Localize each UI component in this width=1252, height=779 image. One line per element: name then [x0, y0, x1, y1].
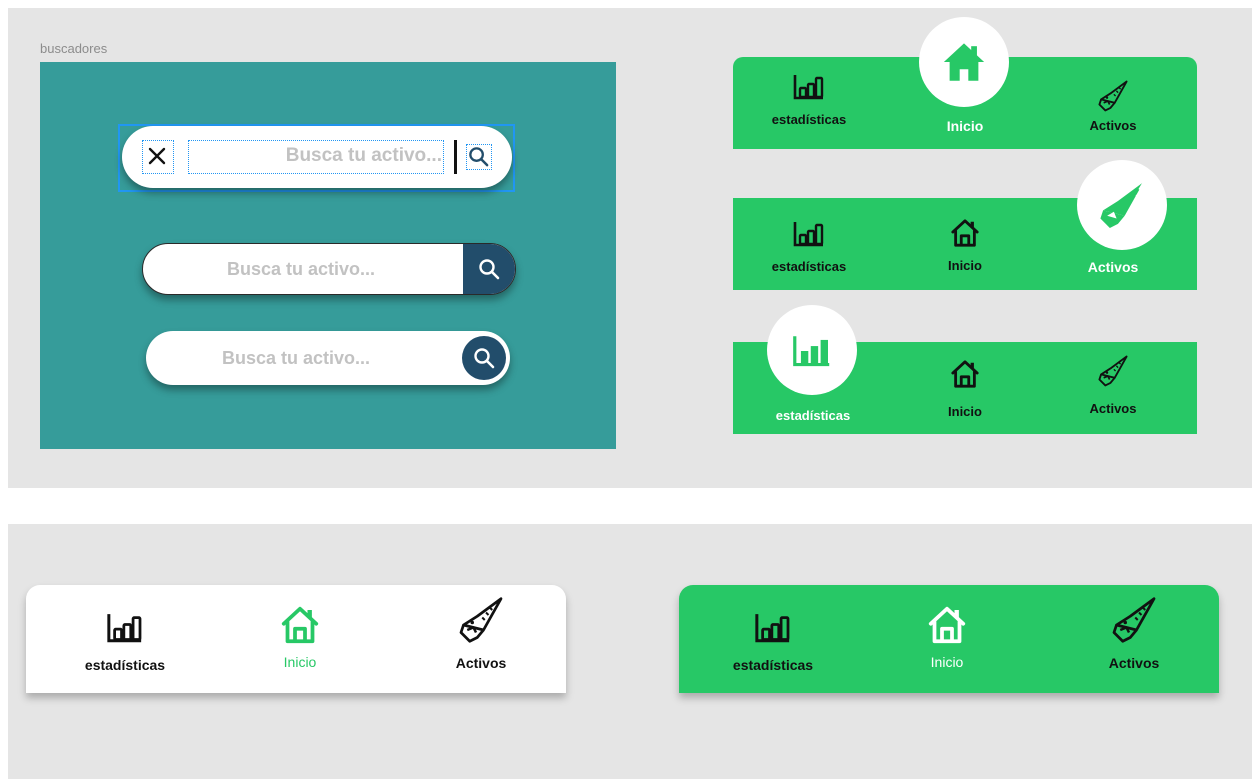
- search-input[interactable]: Busca tu activo...: [227, 259, 375, 280]
- saw-icon: [456, 595, 506, 645]
- active-bubble[interactable]: [1077, 160, 1167, 250]
- nav-item-stats[interactable]: estadísticas: [713, 613, 833, 673]
- active-bubble[interactable]: [767, 305, 857, 395]
- nav-item-stats[interactable]: estadísticas: [65, 613, 185, 673]
- nav-label: estadísticas: [771, 259, 847, 274]
- nav-label: estadísticas: [771, 112, 847, 127]
- nav-item-assets[interactable]: Activos: [1063, 259, 1163, 275]
- nav-item-home[interactable]: Inicio: [915, 359, 1015, 419]
- home-icon: [941, 39, 987, 85]
- saw-icon: [1109, 595, 1159, 645]
- search-input[interactable]: Busca tu activo...: [222, 348, 370, 369]
- active-bubble[interactable]: [919, 17, 1009, 107]
- nav-item-assets[interactable]: Activos: [1084, 595, 1184, 671]
- bottom-nav-light: estadísticas Inicio Activos: [26, 585, 566, 693]
- frame-title: buscadores: [40, 41, 108, 56]
- search-input[interactable]: Busca tu activo...: [286, 145, 442, 167]
- home-icon: [950, 218, 980, 248]
- search-bar-3[interactable]: Busca tu activo...: [146, 331, 510, 385]
- nav-label: Activos: [1089, 118, 1137, 133]
- home-icon: [280, 605, 320, 645]
- search-button[interactable]: [462, 336, 506, 380]
- nav-label: Inicio: [946, 118, 984, 134]
- nav-label: Activos: [1087, 259, 1139, 275]
- search-button[interactable]: [463, 244, 515, 294]
- home-icon: [927, 605, 967, 645]
- nav-item-stats[interactable]: estadísticas: [759, 74, 859, 127]
- nav-label: Inicio: [283, 654, 317, 670]
- saw-icon: [1096, 79, 1130, 113]
- saw-icon: [1096, 354, 1130, 388]
- nav-item-home[interactable]: Inicio: [915, 218, 1015, 273]
- nav-label: estadísticas: [84, 657, 166, 673]
- nav-item-stats[interactable]: estadísticas: [759, 221, 859, 274]
- nav-item-home[interactable]: Inicio: [921, 118, 1009, 134]
- home-icon: [950, 359, 980, 389]
- close-icon-box[interactable]: [142, 140, 174, 174]
- search-bar-1[interactable]: Busca tu activo...: [122, 126, 512, 188]
- search-icon[interactable]: [467, 145, 490, 168]
- nav-label: Inicio: [948, 258, 982, 273]
- nav-item-assets[interactable]: Activos: [431, 595, 531, 671]
- nav-label: Inicio: [930, 654, 964, 670]
- nav-label-stats-active[interactable]: estadísticas: [763, 408, 863, 423]
- search-icon: [477, 257, 501, 281]
- nav-label: Activos: [1108, 655, 1160, 671]
- bar-chart-icon: [793, 336, 830, 367]
- nav-label: estadísticas: [732, 657, 814, 673]
- nav-label: Activos: [1089, 401, 1137, 416]
- bar-chart-icon: [793, 74, 825, 100]
- text-cursor: [454, 140, 457, 174]
- nav-label: Inicio: [948, 404, 982, 419]
- bar-chart-icon: [106, 613, 144, 643]
- nav-item-home[interactable]: Inicio: [897, 605, 997, 670]
- nav-label: Activos: [455, 655, 507, 671]
- bar-chart-icon: [793, 221, 825, 247]
- nav-item-home[interactable]: Inicio: [250, 605, 350, 670]
- bottom-nav-green: estadísticas Inicio Activos: [679, 585, 1219, 693]
- nav-item-assets[interactable]: Activos: [1063, 79, 1163, 133]
- close-icon[interactable]: [143, 141, 171, 171]
- bar-chart-icon: [754, 613, 792, 643]
- search-bar-2[interactable]: Busca tu activo...: [142, 243, 516, 295]
- search-icon: [472, 346, 496, 370]
- search-icon-box[interactable]: [466, 144, 492, 170]
- nav-item-assets[interactable]: Activos: [1063, 354, 1163, 416]
- saw-icon: [1095, 178, 1149, 232]
